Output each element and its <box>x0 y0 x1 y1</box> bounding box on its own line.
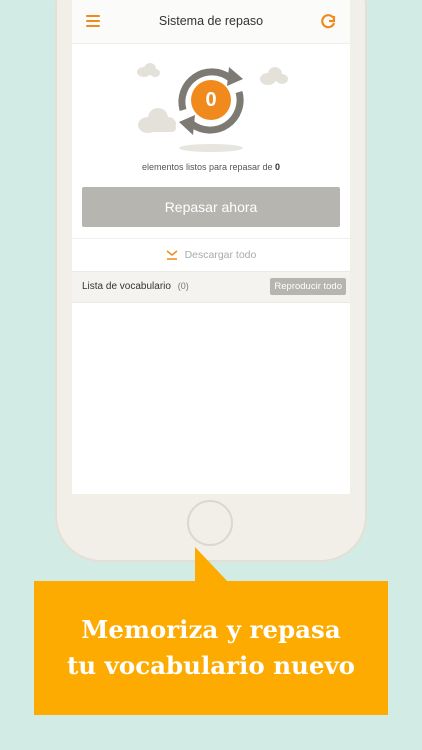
home-button[interactable] <box>187 500 233 546</box>
cloud-icon <box>138 108 176 133</box>
download-all-button[interactable]: Descargar todo <box>72 238 350 271</box>
navbar: Sistema de repaso <box>72 0 350 44</box>
banner-line-1: Memoriza y repasa <box>81 615 341 644</box>
page-title: Sistema de repaso <box>158 14 264 28</box>
cloud-icon <box>260 67 288 85</box>
vocab-list-header: Lista de vocabulario (0) Reproducir todo <box>72 271 350 303</box>
vocab-list-title: Lista de vocabulario (0) <box>82 281 189 292</box>
shadow <box>179 144 243 152</box>
download-icon <box>166 250 178 260</box>
app-screen: Sistema de repaso 0 elementos listos par… <box>72 0 350 494</box>
review-now-button[interactable]: Repasar ahora <box>82 187 340 227</box>
refresh-icon[interactable] <box>320 13 336 29</box>
vocab-count: (0) <box>177 281 189 291</box>
vocab-list-label: Lista de vocabulario <box>82 281 171 292</box>
ready-items-total: 0 <box>275 162 281 172</box>
ready-items-text: elementos listos para repasar de 0 <box>72 162 350 172</box>
banner-line-2: tu vocabulario nuevo <box>66 651 356 680</box>
ready-items-label: elementos listos para repasar de <box>141 162 273 172</box>
promo-banner: Memoriza y repasa tu vocabulario nuevo <box>34 581 388 715</box>
download-all-label: Descargar todo <box>184 249 257 261</box>
review-count-badge: 0 <box>191 80 231 120</box>
speech-bubble-tail <box>195 547 229 583</box>
play-all-button[interactable]: Reproducir todo <box>270 278 346 295</box>
cloud-icon <box>137 63 160 77</box>
